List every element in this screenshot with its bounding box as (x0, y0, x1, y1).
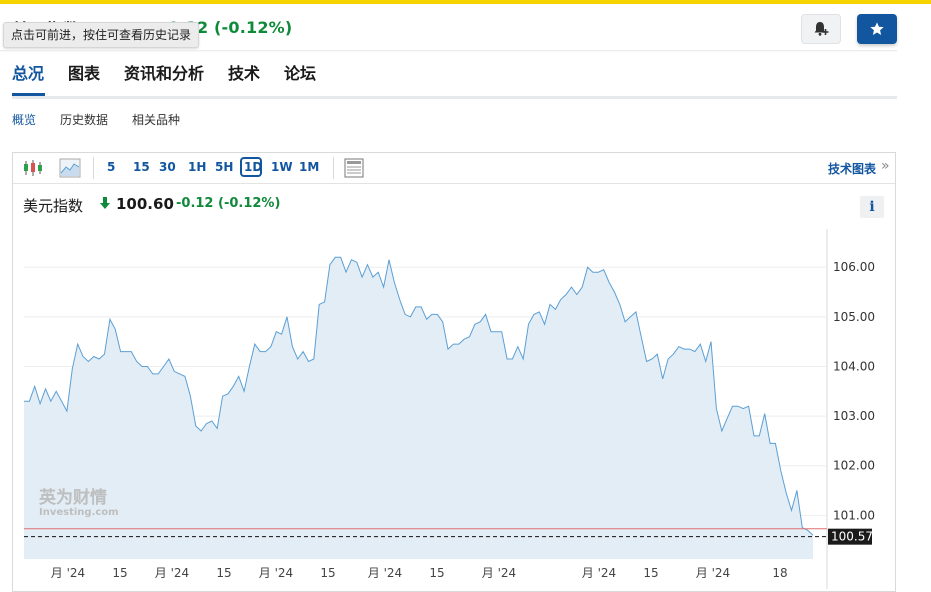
tab-overview[interactable]: 总况 (12, 60, 44, 84)
x-tick-label: 月 '24 (582, 566, 616, 580)
y-tick-label: 103.00 (833, 409, 875, 423)
main-tabs: 总况 图表 资讯和分析 技术 论坛 (12, 52, 897, 99)
last-price: 100.60 (116, 195, 174, 213)
candlestick-icon[interactable] (23, 159, 43, 177)
x-tick-label: 15 (216, 566, 231, 580)
y-tick-label: 101.00 (833, 508, 875, 522)
tab-technical[interactable]: 技术 (228, 60, 260, 84)
tab-news-analysis[interactable]: 资讯和分析 (124, 60, 204, 84)
y-tick-label: 106.00 (833, 260, 875, 274)
current-value-label: 100.57 (831, 530, 873, 544)
chevron-right-icon: » (881, 158, 890, 174)
bell-plus-icon (814, 22, 829, 36)
x-tick-label: 15 (320, 566, 335, 580)
x-tick-label: 月 '24 (259, 566, 293, 580)
instrument-name: 美元指数 (23, 197, 84, 215)
tech-chart-link[interactable]: 技术图表 (828, 160, 876, 177)
x-tick-label: 月 '24 (482, 566, 516, 580)
subtab-overview[interactable]: 概览 (12, 111, 36, 128)
interval-1m[interactable]: 1M (299, 160, 319, 174)
price-change-pct: (-0.12%) (218, 196, 281, 211)
price-change: -0.12 (-0.12%) (176, 196, 281, 211)
interval-1h[interactable]: 1H (188, 160, 206, 174)
star-icon (870, 22, 884, 35)
watchlist-star-button[interactable] (857, 14, 897, 44)
interval-5[interactable]: 5 (107, 160, 115, 174)
page-header: 美元指数 0.12 (-0.12%) 点击可前进，按住可查看历史记录 (0, 4, 931, 52)
subtab-related[interactable]: 相关品种 (132, 111, 180, 128)
x-tick-label: 月 '24 (155, 566, 189, 580)
x-tick-label: 15 (643, 566, 658, 580)
down-arrow-icon (100, 196, 110, 214)
info-button[interactable]: i (860, 196, 884, 218)
subtab-historical-data[interactable]: 历史数据 (60, 111, 108, 128)
y-tick-label: 102.00 (833, 459, 875, 473)
price-chart: 106.00 105.00 104.00 103.00 102.00 101.00 100.… (24, 229, 875, 589)
interval-30[interactable]: 30 (159, 160, 176, 174)
active-tab-indicator (12, 93, 45, 96)
chart-toolbar: 5 15 30 1H 5H 1D 1W 1M 技术图表 » (13, 153, 895, 184)
x-tick-label: 月 '24 (696, 566, 730, 580)
toolbar-separator (333, 157, 334, 179)
x-tick-label: 18 (772, 566, 787, 580)
y-tick-label: 104.00 (833, 359, 875, 373)
x-tick-label: 15 (429, 566, 444, 580)
y-tick-label: 105.00 (833, 310, 875, 324)
chart-widget: 5 15 30 1H 5H 1D 1W 1M 技术图表 » 美元指数 100.6… (12, 152, 896, 592)
tab-forum[interactable]: 论坛 (284, 60, 316, 84)
toolbar-separator (93, 157, 94, 179)
interval-1w[interactable]: 1W (271, 160, 293, 174)
interval-5h[interactable]: 5H (215, 160, 233, 174)
table-view-icon[interactable] (344, 158, 364, 178)
back-forward-tooltip: 点击可前进，按住可查看历史记录 (3, 22, 200, 48)
x-tick-label: 月 '24 (51, 566, 85, 580)
add-alert-button[interactable] (801, 14, 841, 44)
interval-1d[interactable]: 1D (244, 160, 262, 174)
x-tick-label: 月 '24 (368, 566, 402, 580)
watermark-logo: 英为财情 (39, 487, 107, 508)
interval-15[interactable]: 15 (133, 160, 150, 174)
tab-chart[interactable]: 图表 (68, 60, 100, 84)
watermark-site: Investing.com (39, 507, 119, 518)
area-chart-icon[interactable] (59, 158, 81, 178)
x-tick-label: 15 (112, 566, 127, 580)
